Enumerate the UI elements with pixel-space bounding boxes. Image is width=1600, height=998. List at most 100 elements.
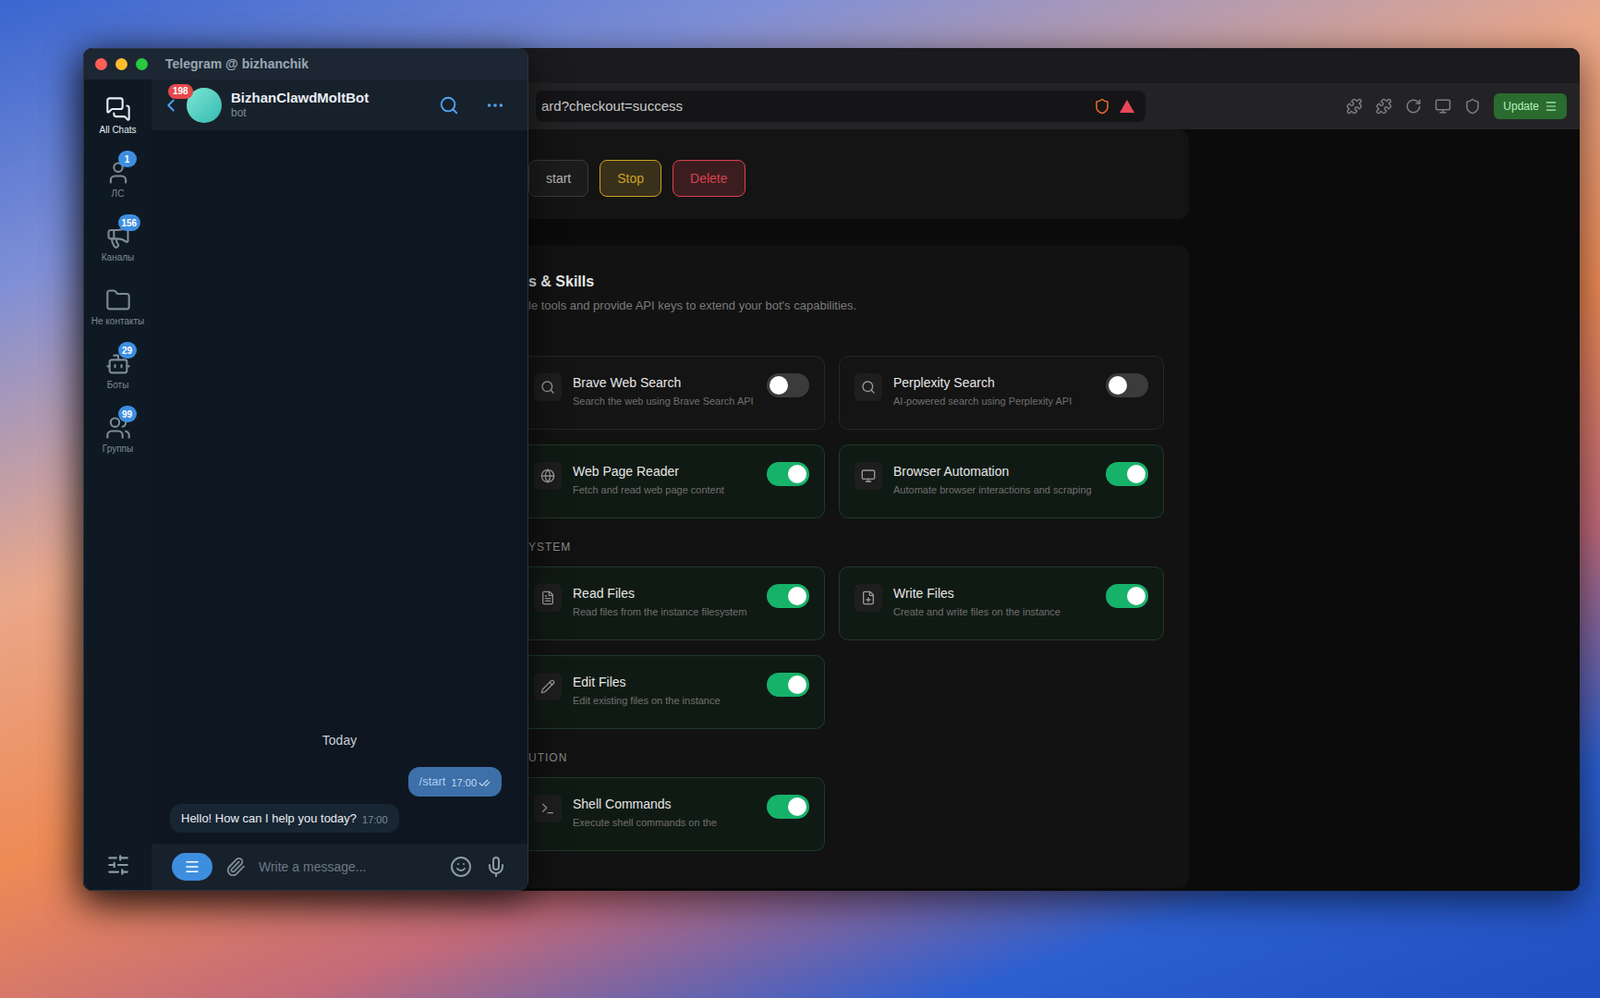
update-button[interactable]: Update [1493, 93, 1567, 120]
desktop: ard?checkout=success Update start Stop Delet… [0, 0, 1600, 998]
toggle-switch[interactable] [766, 373, 810, 398]
tool-name: Read Files [572, 583, 756, 604]
message-input[interactable] [258, 857, 437, 877]
toggle-switch[interactable] [1105, 461, 1149, 486]
folder-label: Каналы [99, 252, 137, 264]
chat-name: BizhanClawdMoltBot [230, 89, 434, 107]
menu-button[interactable] [171, 852, 213, 881]
extension-icon[interactable] [1345, 97, 1363, 115]
tool-card[interactable]: Brave Web SearchSearch the web using Bra… [528, 355, 825, 430]
vpn-icon[interactable] [1464, 97, 1481, 115]
instance-panel: start Stop Delete [528, 129, 1189, 219]
tool-name: Perplexity Search [893, 373, 1095, 393]
group-label: UTION [528, 749, 1164, 766]
read-check-icon [478, 776, 491, 789]
tool-card[interactable]: Perplexity SearchAI-powered search using… [838, 355, 1164, 430]
window-title: Telegram @ bizhanchik [165, 54, 309, 74]
minimize-button[interactable] [115, 58, 128, 71]
tool-icon [540, 800, 556, 816]
folder-item[interactable]: 99Группы [84, 409, 152, 473]
toggle-switch[interactable] [766, 794, 810, 819]
rewards-icon[interactable] [1119, 99, 1135, 113]
tool-card[interactable]: Shell CommandsExecute shell commands on … [528, 776, 825, 851]
toggle-knob [1108, 375, 1128, 395]
folder-label: Боты [105, 379, 132, 391]
toggle-switch[interactable] [1105, 373, 1149, 398]
close-button[interactable] [95, 58, 108, 71]
telegram-window: Telegram @ bizhanchikAll Chats1ЛС156Кана… [83, 48, 529, 891]
tool-description: Read files from the instance filesystem [572, 605, 756, 619]
url-text: ard?checkout=success [541, 96, 1085, 118]
folder-icon [105, 96, 132, 122]
folder-label: All Chats [96, 124, 138, 136]
toggle-knob [787, 797, 807, 816]
tool-description: Execute shell commands on the [572, 815, 756, 830]
tool-description: AI-powered search using Perplexity API [893, 394, 1095, 409]
tool-icon [860, 379, 876, 395]
tool-description: Create and write files on the instance [893, 605, 1095, 619]
instance-button[interactable]: start [528, 159, 589, 197]
search-icon[interactable] [438, 95, 460, 116]
tool-card[interactable]: Web Page ReaderFetch and read web page c… [528, 444, 825, 519]
menu-icon [1544, 99, 1558, 113]
settings-icon[interactable] [106, 852, 131, 877]
menu-icon [183, 858, 201, 875]
toggle-knob [769, 375, 788, 395]
tool-description: Search the web using Brave Search API [572, 394, 756, 409]
tool-icon [860, 590, 876, 606]
tool-icon [540, 379, 556, 395]
more-icon[interactable] [484, 95, 506, 116]
tool-name: Write Files [893, 583, 1095, 604]
incoming-message[interactable]: Hello! How can I help you today?17:00 [169, 803, 400, 834]
extension-icon[interactable] [1375, 97, 1393, 115]
folder-item[interactable]: 29Боты [84, 345, 152, 410]
outgoing-message[interactable]: /start17:00 [408, 766, 502, 797]
tool-group: YSTEM Read FilesRead files from the insta… [528, 518, 1164, 729]
tool-card[interactable]: Browser AutomationAutomate browser inter… [838, 444, 1164, 519]
unread-badge: 1 [118, 150, 137, 168]
extension-icon[interactable] [1434, 97, 1452, 115]
brave-shield-icon[interactable] [1093, 97, 1111, 115]
toggle-knob [787, 464, 807, 484]
tool-group: Brave Web SearchSearch the web using Bra… [528, 355, 1164, 519]
toggle-knob [787, 586, 807, 606]
title-bar: Telegram @ bizhanchik [84, 48, 528, 80]
tool-description: Edit existing files on the instance [572, 693, 756, 708]
attach-icon[interactable] [225, 856, 246, 877]
tool-card[interactable]: Read FilesRead files from the instance f… [528, 566, 825, 641]
folder-item[interactable]: 156Каналы [84, 218, 152, 282]
tool-card[interactable]: Edit FilesEdit existing files on the ins… [528, 654, 825, 729]
address-bar[interactable]: ard?checkout=success [535, 90, 1146, 122]
tool-icon [540, 590, 556, 606]
folder-sidebar: All Chats1ЛС156КаналыНе контакты29Боты99… [84, 79, 152, 890]
tool-group: UTION Shell CommandsExecute shell command… [528, 728, 1164, 851]
tool-name: Web Page Reader [572, 461, 756, 482]
group-label: YSTEM [528, 538, 1164, 556]
mic-icon[interactable] [484, 855, 508, 878]
toggle-switch[interactable] [766, 583, 810, 608]
folder-item[interactable]: Не контакты [84, 281, 152, 346]
folder-item[interactable]: All Chats [84, 90, 152, 155]
folder-item[interactable]: 1ЛС [84, 154, 152, 219]
instance-button[interactable]: Delete [672, 159, 745, 197]
toggle-switch[interactable] [1105, 583, 1149, 608]
tool-icon [860, 468, 876, 484]
sticker-icon[interactable] [449, 855, 473, 878]
tool-description: Fetch and read web page content [572, 483, 756, 497]
folder-icon [105, 287, 132, 314]
tool-description: Automate browser interactions and scrapi… [893, 483, 1095, 497]
unread-badge: 156 [118, 214, 142, 231]
tool-name: Shell Commands [572, 794, 756, 814]
toggle-knob [1127, 586, 1146, 606]
extension-icon[interactable] [1405, 97, 1422, 115]
message-list: Today/start17:00Hello! How can I help yo… [151, 130, 528, 844]
tool-card[interactable]: Write FilesCreate and write files on the… [838, 566, 1164, 641]
chat-header: 198BizhanClawdMoltBotbot [151, 79, 528, 131]
toggle-switch[interactable] [766, 461, 810, 486]
instance-button[interactable]: Stop [599, 159, 662, 197]
back-badge: 198 [168, 84, 194, 99]
toggle-switch[interactable] [766, 672, 810, 697]
section-title: s & Skills [528, 270, 1164, 293]
input-bar [151, 843, 528, 890]
maximize-button[interactable] [135, 58, 148, 71]
